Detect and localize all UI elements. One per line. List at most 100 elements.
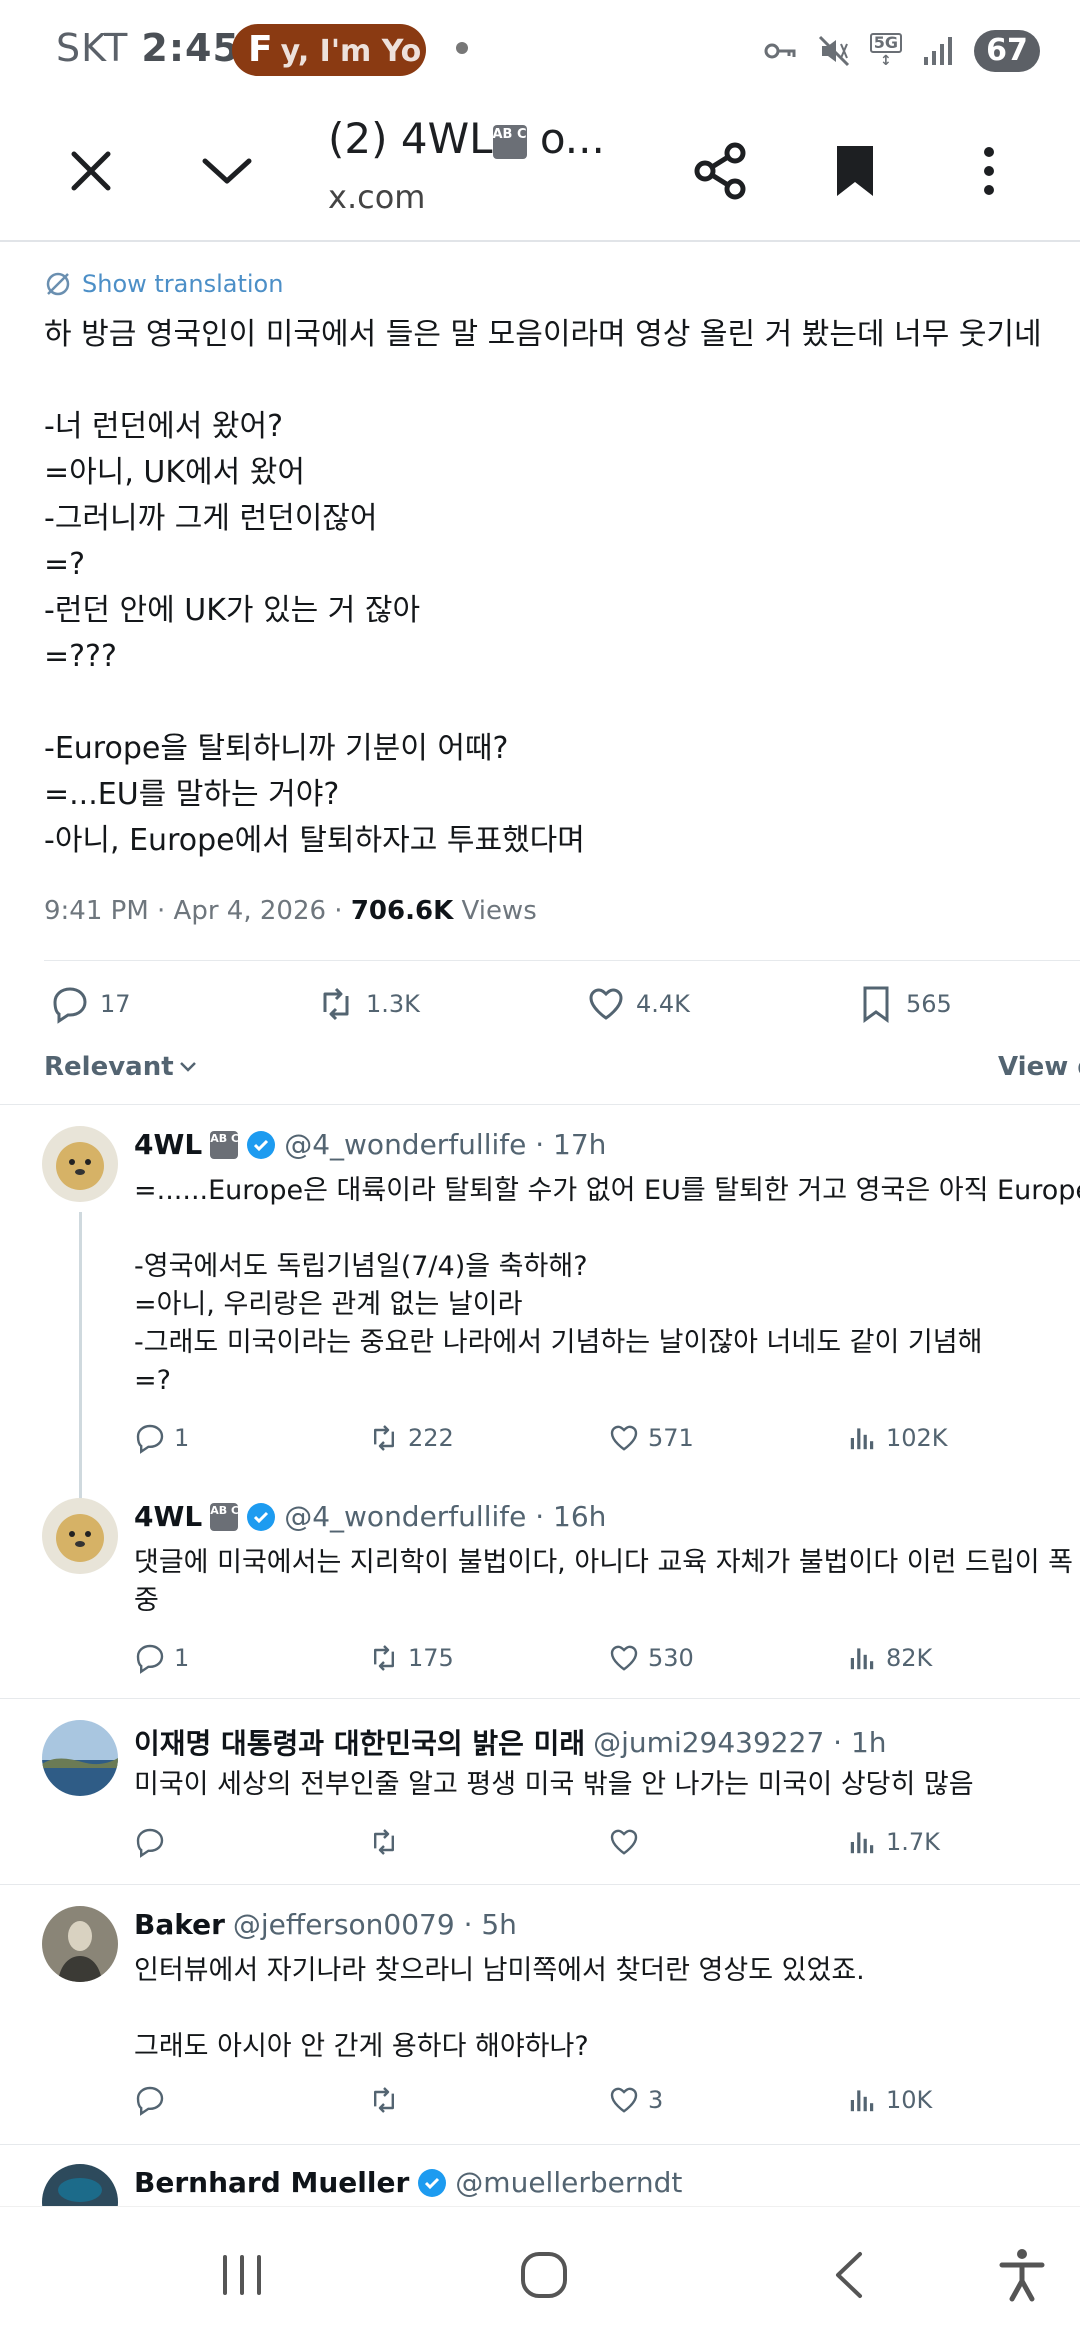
dog-avatar-icon bbox=[42, 1498, 118, 1574]
reply-count: 1 bbox=[174, 1424, 190, 1452]
system-navigation-bar bbox=[0, 2206, 1080, 2340]
analytics-icon bbox=[850, 1832, 874, 1854]
heart-icon bbox=[610, 2087, 638, 2113]
verified-badge-icon bbox=[247, 1502, 276, 1531]
like-button[interactable] bbox=[608, 1826, 648, 1858]
back-icon bbox=[836, 2252, 862, 2298]
like-count: 4.4K bbox=[636, 990, 690, 1018]
reply-icon bbox=[53, 987, 87, 1024]
page-domain: x.com bbox=[328, 178, 426, 216]
reply-button[interactable]: 1 bbox=[134, 1642, 189, 1674]
app-logo-icon: F bbox=[248, 29, 273, 70]
views-count: 102K bbox=[886, 1424, 948, 1452]
tweet-body: 하 방금 영국인이 미국에서 들은 말 모음이라며 영상 올린 거 봤는데 너무… bbox=[44, 317, 1042, 858]
reply-body: 댓글에 미국에서는 지리학이 불법이다, 아니다 교육 자체가 불법이다 이런 … bbox=[134, 1547, 1073, 1616]
retweet-icon bbox=[374, 1645, 394, 1671]
reply-button[interactable] bbox=[134, 2084, 174, 2116]
views-button[interactable]: 82K bbox=[846, 1642, 932, 1674]
close-button[interactable] bbox=[50, 130, 132, 212]
reply-button[interactable]: 1 bbox=[134, 1422, 189, 1454]
reply-icon bbox=[136, 1828, 164, 1858]
coastline-avatar-icon bbox=[42, 1720, 118, 1796]
bookmark-count: 565 bbox=[906, 990, 952, 1018]
dog-avatar-icon bbox=[42, 1126, 118, 1202]
retweet-button[interactable] bbox=[368, 1826, 408, 1858]
retweet-icon bbox=[323, 987, 349, 1021]
reply-header: 4WL AB CD @4_wonderfullife · 17h bbox=[134, 1128, 606, 1161]
author-name[interactable]: 이재명 대통령과 대한민국의 밝은 미래 bbox=[134, 1722, 585, 1762]
analytics-icon bbox=[850, 1648, 874, 1670]
more-options-button[interactable] bbox=[948, 130, 1030, 212]
divider bbox=[0, 1884, 1080, 1885]
author-name[interactable]: Baker bbox=[134, 1908, 225, 1941]
back-button[interactable] bbox=[816, 2243, 880, 2307]
avatar[interactable] bbox=[42, 1906, 118, 1982]
signal-icon bbox=[924, 37, 952, 65]
translate-icon bbox=[46, 272, 70, 296]
bookmark-button[interactable] bbox=[814, 130, 896, 212]
views-button[interactable]: 10K bbox=[846, 2084, 932, 2116]
divider bbox=[44, 960, 1080, 961]
reply-tweet[interactable]: Bernhard Mueller @muellerberndt bbox=[0, 2162, 1080, 2206]
retweet-icon bbox=[374, 1829, 394, 1855]
bookmark-icon bbox=[863, 986, 889, 1023]
avatar[interactable] bbox=[42, 1126, 118, 1202]
like-button[interactable]: 530 bbox=[608, 1642, 694, 1674]
retweet-icon bbox=[374, 2087, 394, 2113]
retweet-count: 1.3K bbox=[366, 990, 420, 1018]
author-name[interactable]: 4WL bbox=[134, 1128, 202, 1161]
share-button[interactable] bbox=[680, 130, 762, 212]
retweet-button[interactable]: 222 bbox=[368, 1422, 454, 1454]
reply-actions: 1.7K bbox=[134, 1826, 1054, 1866]
accessibility-button[interactable] bbox=[990, 2243, 1054, 2307]
portrait-avatar-icon bbox=[42, 1906, 118, 1982]
heart-icon bbox=[610, 1645, 638, 1671]
like-button[interactable]: 4.4K bbox=[586, 984, 690, 1024]
reply-body: =......Europe은 대륙이라 탈퇴할 수가 없어 EU를 탈퇴한 거고… bbox=[134, 1175, 1080, 1396]
show-translation-link[interactable]: Show translation bbox=[44, 270, 283, 298]
like-button[interactable]: 571 bbox=[608, 1422, 694, 1454]
abcd-emoji-icon: AB CD bbox=[492, 124, 537, 159]
minimize-tab-button[interactable] bbox=[186, 130, 268, 212]
retweet-button[interactable]: 175 bbox=[368, 1642, 454, 1674]
abcd-emoji-icon: AB CD bbox=[210, 1502, 248, 1531]
carrier-label: SKT bbox=[56, 26, 129, 70]
author-handle-time: @4_wonderfullife · 16h bbox=[284, 1500, 607, 1533]
author-name[interactable]: Bernhard Mueller bbox=[134, 2166, 409, 2199]
bookmark-tweet-button[interactable]: 565 bbox=[856, 984, 952, 1024]
author-name[interactable]: 4WL bbox=[134, 1500, 202, 1533]
reply-count: 17 bbox=[100, 990, 131, 1018]
reply-button[interactable]: 17 bbox=[50, 984, 131, 1024]
network-5g-icon: 5G ↕ bbox=[869, 33, 902, 69]
view-quotes-link[interactable]: View q bbox=[998, 1052, 1080, 1082]
pill-text: y, I'm Yo bbox=[280, 34, 422, 69]
accessibility-icon bbox=[999, 2249, 1045, 2302]
like-count: 530 bbox=[648, 1644, 694, 1672]
like-count: 571 bbox=[648, 1424, 694, 1452]
like-button[interactable]: 3 bbox=[608, 2084, 663, 2116]
views-button[interactable]: 1.7K bbox=[846, 1826, 940, 1858]
avatar[interactable] bbox=[42, 1720, 118, 1796]
analytics-icon bbox=[850, 1428, 874, 1450]
retweet-count: 175 bbox=[408, 1644, 454, 1672]
views-button[interactable]: 102K bbox=[846, 1422, 948, 1454]
divider bbox=[0, 1698, 1080, 1699]
avatar[interactable] bbox=[42, 2164, 118, 2206]
reply-header: 이재명 대통령과 대한민국의 밝은 미래 @jumi29439227 · 1h bbox=[134, 1722, 887, 1762]
carrier-time: SKT 2:45 bbox=[56, 26, 240, 70]
reply-button[interactable] bbox=[134, 1826, 174, 1858]
retweet-button[interactable] bbox=[368, 2084, 408, 2116]
reply-actions: 1 175 530 82K bbox=[134, 1642, 1054, 1682]
sort-dropdown[interactable]: Relevant bbox=[44, 1052, 198, 1082]
media-notification-pill[interactable]: Fy, I'm Yo bbox=[232, 24, 426, 76]
reply-body: 인터뷰에서 자기나라 찾으라니 남미쪽에서 찾더란 영상도 있었죠. 그래도 아… bbox=[134, 1955, 865, 2062]
recent-apps-button[interactable] bbox=[210, 2243, 274, 2307]
avatar[interactable] bbox=[42, 1498, 118, 1574]
home-button[interactable] bbox=[512, 2243, 576, 2307]
divider bbox=[0, 1104, 1080, 1105]
author-handle-time: @4_wonderfullife · 17h bbox=[284, 1128, 607, 1161]
retweet-button[interactable]: 1.3K bbox=[316, 984, 420, 1024]
tweet-actions: 17 1.3K 4.4K 565 bbox=[0, 984, 1080, 1038]
person-avatar-icon bbox=[42, 2164, 118, 2206]
notification-dot-icon bbox=[456, 42, 468, 54]
